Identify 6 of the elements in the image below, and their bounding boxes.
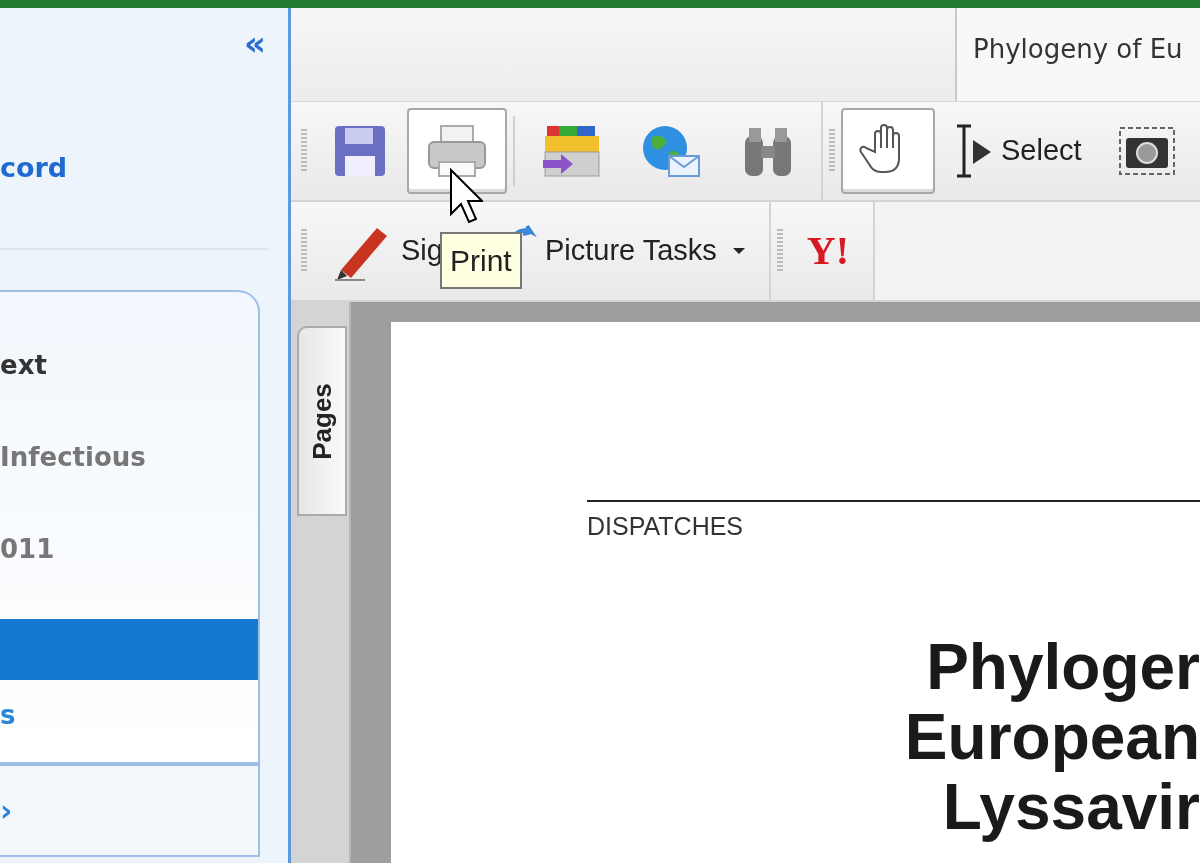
article-title-line: Lyssavir bbox=[942, 771, 1200, 842]
article-title-line: Phyloger bbox=[926, 631, 1200, 702]
pages-label: Pages bbox=[305, 382, 338, 460]
tooltip: Print bbox=[440, 232, 522, 289]
article-title-line: European bbox=[904, 701, 1200, 772]
section-label: DISPATCHES bbox=[587, 511, 744, 542]
